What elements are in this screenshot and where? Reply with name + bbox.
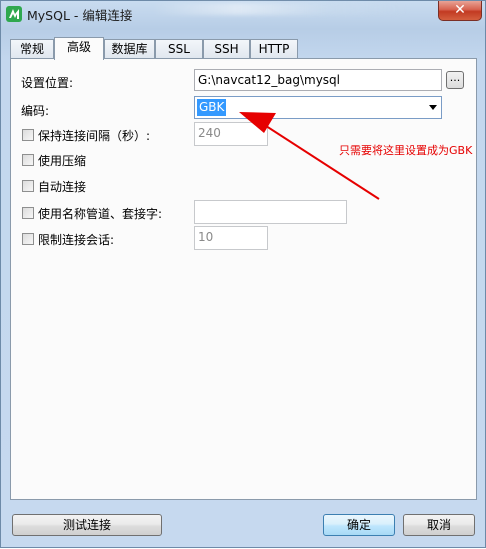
cancel-button[interactable]: 取消 [403,514,475,536]
dialog-window: MySQL - 编辑连接 ✕ 常规 高级 数据库 SSL SSH HTTP 设置… [0,0,486,548]
tab-advanced[interactable]: 高级 [54,37,104,60]
annotation-arrow [239,112,380,200]
ok-button[interactable]: 确定 [323,514,395,536]
test-connection-button[interactable]: 测试连接 [12,514,162,536]
annotation-text: 只需要将这里设置成为GBK [339,144,473,157]
